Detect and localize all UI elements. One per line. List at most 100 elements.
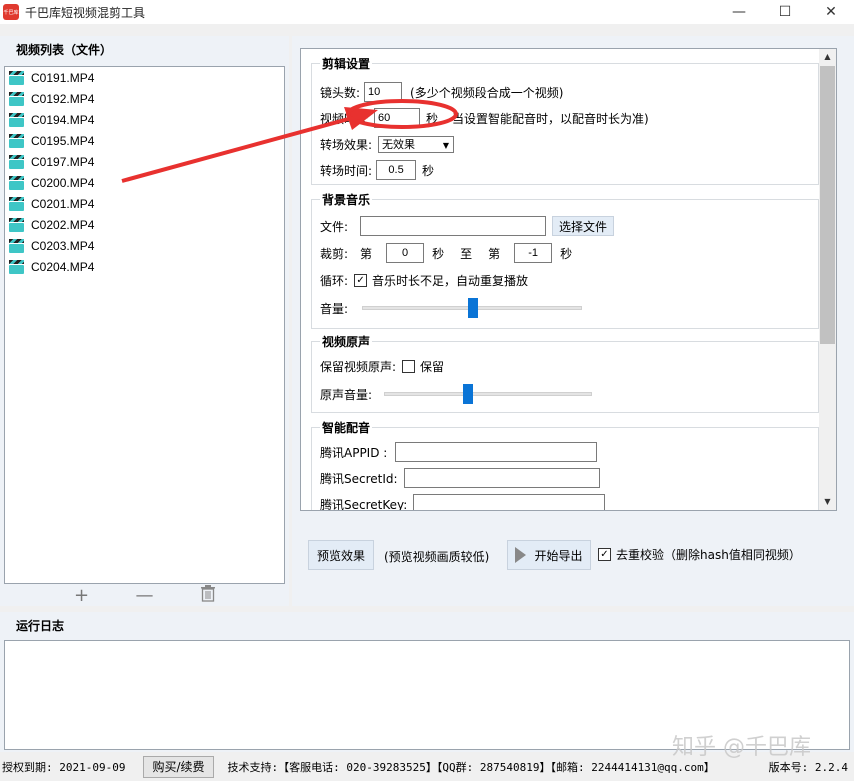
bgm-volume-label: 音量: [320,301,349,316]
secretkey-input[interactable] [413,494,606,510]
original-volume-thumb[interactable] [463,384,474,404]
file-list-item[interactable]: C0192.MP4 [5,88,284,109]
transition-time-input[interactable]: 0.5 [376,160,417,180]
dedup-checkbox[interactable]: ✓ [598,548,611,561]
loop-checkbox[interactable]: ✓ [354,273,368,287]
trim-from-label: 第 [360,246,373,261]
video-file-icon [9,238,24,253]
minimize-button[interactable]: — [716,0,762,24]
title-bar: 千巴库 千巴库短视频混剪工具 — ☐ ✕ [0,0,854,24]
trim-unit-1: 秒 [432,246,445,261]
secretid-row: 腾讯SecretId: [320,468,600,488]
preview-button[interactable]: 预览效果 [308,540,374,570]
keep-audio-text: 保留 [420,359,445,374]
bgm-trim-row: 裁剪: 第 0 秒 至 第 -1 秒 [320,243,572,263]
file-name: C0197.MP4 [31,154,95,169]
add-icon[interactable]: + [67,585,97,606]
file-list-item[interactable]: C0201.MP4 [5,193,284,214]
maximize-button[interactable]: ☐ [762,0,808,24]
file-list-item[interactable]: C0197.MP4 [5,151,284,172]
secretid-input[interactable] [403,468,600,488]
remove-icon[interactable]: — [130,585,160,606]
trim-to-label: 至 [460,246,473,261]
file-list-item[interactable]: C0202.MP4 [5,214,284,235]
loop-text: 音乐时长不足，自动重复播放 [372,273,529,288]
file-name: C0203.MP4 [31,238,95,253]
choose-file-button[interactable]: 选择文件 [552,216,615,236]
file-list-item[interactable]: C0194.MP4 [5,109,284,130]
video-file-icon [9,154,24,169]
bgm-title: 背景音乐 [320,191,373,208]
video-file-icon [9,91,24,106]
watermark: 知乎 @千巴库 [672,735,811,760]
edit-settings-title: 剪辑设置 [320,55,373,72]
file-list-item[interactable]: C0191.MP4 [5,67,284,88]
support-info: 技术支持:【客服电话: 020-39283525】【QQ群: 287540819… [227,760,715,774]
appid-label: 腾讯APPID : [320,445,388,460]
export-button[interactable]: 开始导出 [507,540,591,570]
file-name: C0194.MP4 [31,112,95,127]
file-list-item[interactable]: C0204.MP4 [5,256,284,277]
export-button-label: 开始导出 [534,548,583,563]
settings-scroll-area: 剪辑设置 镜头数: 10 (多少个视频段合成一个视频) 视频时长 60 秒 当设… [300,48,837,511]
video-list-header: 视频列表（文件） [16,43,113,57]
bgm-volume-thumb[interactable] [468,298,479,318]
secretkey-label: 腾讯SecretKey: [320,497,408,511]
smart-voice-group: 智能配音 腾讯APPID : 腾讯SecretId: 腾讯SecretKey: [311,419,819,511]
trash-icon[interactable] [193,584,223,607]
transition-label: 转场效果: [320,137,373,152]
bgm-volume-row: 音量: [320,298,583,318]
file-list-item[interactable]: C0200.MP4 [5,172,284,193]
dedup-text: 去重校验（删除hash值相同视频） [616,548,801,562]
edit-settings-group: 剪辑设置 镜头数: 10 (多少个视频段合成一个视频) 视频时长 60 秒 当设… [311,55,819,185]
video-file-list[interactable]: C0191.MP4 C0192.MP4 C0194.MP4 C0195.MP4 C019… [4,66,285,584]
video-file-icon [9,175,24,190]
file-name: C0200.MP4 [31,175,95,190]
scroll-down-icon[interactable]: ▼ [819,494,836,510]
loop-label: 循环: [320,273,349,288]
file-list-item[interactable]: C0195.MP4 [5,130,284,151]
file-name: C0195.MP4 [31,133,95,148]
transition-time-unit: 秒 [422,163,435,178]
trim-label: 裁剪: [320,246,349,261]
transition-value: 无效果 [382,138,416,151]
transition-time-row: 转场时间: 0.5 秒 [320,160,434,180]
video-file-icon [9,112,24,127]
trim-from-label-2: 第 [488,246,501,261]
keep-audio-label: 保留视频原声: [320,359,397,374]
transition-time-label: 转场时间: [320,163,373,178]
transition-row: 转场效果: 无效果 ▼ [320,134,455,154]
settings-scrollbar[interactable]: ▲ ▼ [819,49,836,510]
file-list-item[interactable]: C0203.MP4 [5,235,284,256]
preview-hint: (预览视频画质较低) [384,550,490,564]
original-volume-label: 原声音量: [320,387,373,402]
window-controls: — ☐ ✕ [716,0,854,24]
license-expiry: 授权到期: 2021-09-09 [2,760,126,774]
transition-select[interactable]: 无效果 ▼ [378,135,455,153]
bgm-file-row: 文件: 选择文件 [320,216,615,236]
buy-button[interactable]: 购买/续费 [143,755,214,778]
original-audio-title: 视频原声 [320,333,373,350]
duration-row: 视频时长 60 秒 当设置智能配音时，以配音时长为准) [320,108,649,128]
keep-audio-checkbox[interactable] [402,359,416,373]
original-audio-group: 视频原声 保留视频原声: 保留 原声音量: [311,333,819,413]
scroll-thumb[interactable] [820,66,835,344]
bgm-volume-slider[interactable] [362,298,583,318]
settings-panel: 剪辑设置 镜头数: 10 (多少个视频段合成一个视频) 视频时长 60 秒 当设… [292,36,854,606]
duration-input[interactable]: 60 [374,108,421,128]
smart-voice-title: 智能配音 [320,419,373,436]
original-volume-slider[interactable] [384,384,593,404]
clips-row: 镜头数: 10 (多少个视频段合成一个视频) [320,82,563,102]
app-logo: 千巴库 [3,4,19,20]
close-button[interactable]: ✕ [808,0,854,24]
clips-input[interactable]: 10 [364,82,403,102]
window-title: 千巴库短视频混剪工具 [25,5,146,20]
video-file-icon [9,259,24,274]
file-name: C0202.MP4 [31,217,95,232]
bgm-file-input[interactable] [360,216,547,236]
trim-end-input[interactable]: -1 [514,243,553,263]
trim-start-input[interactable]: 0 [386,243,425,263]
scroll-up-icon[interactable]: ▲ [819,49,836,65]
appid-input[interactable] [395,442,598,462]
duration-hint: 当设置智能配音时，以配音时长为准) [452,111,649,126]
